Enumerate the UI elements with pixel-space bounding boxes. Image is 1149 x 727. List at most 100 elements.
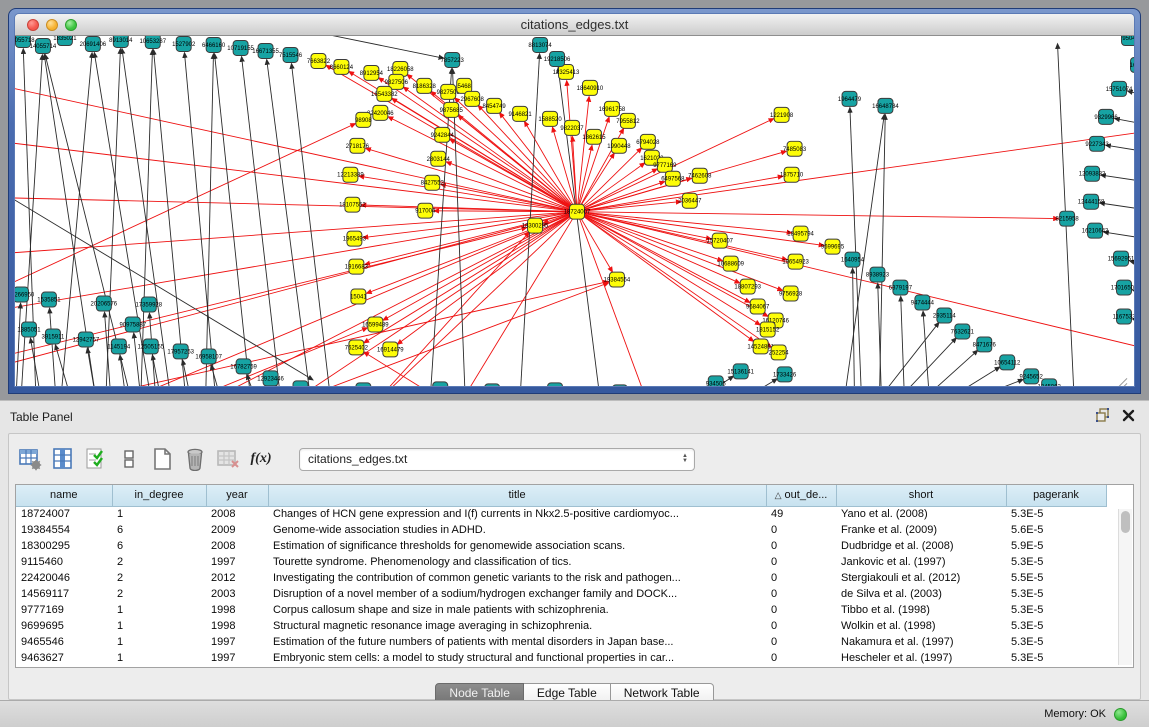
table-cell[interactable]: 2003 — [206, 586, 268, 602]
table-cell[interactable]: 14569117 — [16, 586, 112, 602]
table-combobox[interactable]: citations_edges.txt▲▼ — [299, 448, 695, 471]
network-node[interactable]: 6466160 — [202, 37, 226, 52]
delete-table-icon[interactable] — [215, 446, 241, 472]
table-cell[interactable]: 0 — [766, 586, 836, 602]
network-node[interactable]: 10653287 — [139, 36, 166, 48]
table-scrollbar-thumb[interactable] — [1121, 511, 1130, 533]
table-cell[interactable]: 0 — [766, 650, 836, 666]
network-node[interactable]: 2718176 — [346, 138, 370, 153]
table-cell[interactable]: Stergiakouli et al. (2012) — [836, 570, 1006, 586]
network-node[interactable]: 2036447 — [678, 193, 702, 208]
table-row[interactable]: 1830029562008Estimation of significance … — [16, 538, 1106, 554]
table-settings-icon[interactable] — [17, 446, 43, 472]
new-table-icon[interactable] — [149, 446, 175, 472]
table-row[interactable]: 1456911722003Disruption of a novel membe… — [16, 586, 1106, 602]
table-cell[interactable]: 19384554 — [16, 522, 112, 538]
table-cell[interactable]: 2009 — [206, 522, 268, 538]
network-node[interactable]: 8454749 — [483, 98, 507, 113]
network-node[interactable]: 12923446 — [257, 371, 284, 386]
network-node[interactable]: 18107552 — [339, 197, 366, 212]
network-node[interactable]: 8913014 — [109, 36, 133, 47]
network-node[interactable]: 18640910 — [577, 80, 604, 95]
select-columns-icon[interactable] — [83, 446, 109, 472]
combobox-stepper-icon[interactable]: ▲▼ — [676, 449, 694, 470]
network-node[interactable]: 16914479 — [377, 342, 404, 357]
function-builder-icon[interactable]: f(x) — [248, 446, 274, 472]
table-cell[interactable]: 6 — [112, 522, 206, 538]
network-node[interactable]: 2803144 — [427, 151, 451, 166]
table-cell[interactable]: 0 — [766, 554, 836, 570]
delete-rows-icon[interactable] — [182, 446, 208, 472]
table-cell[interactable]: 2008 — [206, 506, 268, 522]
network-node[interactable]: 15692951 — [1108, 251, 1134, 266]
column-header-out-de-[interactable]: △out_de... — [766, 485, 836, 506]
table-cell[interactable]: 2 — [112, 586, 206, 602]
table-cell[interactable]: 2008 — [206, 538, 268, 554]
network-node[interactable]: 9822037 — [560, 120, 584, 135]
table-cell[interactable]: Yano et al. (2008) — [836, 506, 1006, 522]
network-node[interactable]: 12942757 — [73, 332, 100, 347]
network-node[interactable]: 12093832 — [1079, 166, 1106, 181]
table-cell[interactable]: 1997 — [206, 634, 268, 650]
column-header-year[interactable]: year — [206, 485, 268, 506]
network-node[interactable]: 7462608 — [688, 168, 712, 183]
column-header-title[interactable]: title — [268, 485, 766, 506]
network-node[interactable]: 12213389 — [337, 167, 364, 182]
network-node[interactable]: 1294382 — [289, 381, 313, 387]
network-node[interactable]: 8186328 — [413, 78, 437, 93]
network-node[interactable]: 7857223 — [441, 52, 465, 67]
network-canvas[interactable]: 1872400718300295766382286601248912954182… — [15, 36, 1134, 387]
network-node[interactable]: 1965493 — [343, 231, 367, 246]
table-cell[interactable]: Wolkin et al. (1998) — [836, 618, 1006, 634]
network-node[interactable]: 20206576 — [91, 296, 118, 311]
table-cell[interactable]: 1 — [112, 506, 206, 522]
table-cell[interactable]: Nakamura et al. (1997) — [836, 634, 1006, 650]
table-row[interactable]: 2242004622012Investigating the contribut… — [16, 570, 1106, 586]
table-cell[interactable]: 9465546 — [16, 634, 112, 650]
table-row[interactable]: 1872400712008Changes of HCN gene express… — [16, 506, 1106, 522]
zoom-window-button[interactable] — [65, 19, 77, 31]
table-cell[interactable]: 2 — [112, 554, 206, 570]
network-node[interactable]: 16210643 — [1082, 223, 1109, 238]
network-node[interactable]: 9227343 — [1085, 136, 1109, 151]
network-node[interactable]: 1504112 — [429, 382, 452, 387]
network-node[interactable]: 917004 — [415, 203, 436, 218]
table-cell[interactable]: Embryonic stem cells: a model to study s… — [268, 650, 766, 666]
table-row[interactable]: 977716911998Corpus callosum shape and si… — [16, 602, 1106, 618]
network-node[interactable]: 8813074 — [528, 37, 552, 52]
network-node[interactable]: 6497568 — [661, 171, 685, 186]
network-node[interactable]: 8471676 — [973, 337, 997, 352]
network-node[interactable]: 1167533 — [1113, 309, 1134, 324]
table-cell[interactable]: 5.3E-5 — [1006, 506, 1106, 522]
column-header-in-degree[interactable]: in_degree — [112, 485, 206, 506]
table-cell[interactable]: 22420046 — [16, 570, 112, 586]
network-node[interactable]: 1964479 — [838, 91, 862, 106]
network-node[interactable]: 1588520 — [538, 111, 562, 126]
table-cell[interactable]: Investigating the contribution of common… — [268, 570, 766, 586]
network-node[interactable]: 12444158 — [1078, 194, 1105, 209]
table-cell[interactable]: Jankovic et al. (1997) — [836, 554, 1006, 570]
table-cell[interactable]: Tibbo et al. (1998) — [836, 602, 1006, 618]
table-cell[interactable]: 0 — [766, 570, 836, 586]
show-column-icon[interactable] — [50, 446, 76, 472]
network-node[interactable]: 1640954 — [841, 252, 865, 267]
network-node[interactable]: 9684067 — [746, 299, 770, 314]
network-node[interactable]: 1535851 — [37, 292, 61, 307]
network-node[interactable]: 9699695 — [821, 239, 845, 254]
network-node[interactable]: 16846 — [1130, 57, 1134, 72]
table-cell[interactable]: 5.5E-5 — [1006, 570, 1106, 586]
network-node[interactable]: 98908 — [355, 112, 372, 127]
network-node[interactable]: 1213505 — [543, 383, 567, 387]
table-row[interactable]: 946554611997Estimation of the future num… — [16, 634, 1106, 650]
network-node[interactable]: 10719155 — [227, 40, 254, 55]
table-cell[interactable]: 6 — [112, 538, 206, 554]
network-node[interactable]: 19384554 — [604, 272, 631, 287]
table-cell[interactable]: Disruption of a novel member of a sodium… — [268, 586, 766, 602]
table-cell[interactable]: 1 — [112, 650, 206, 666]
network-window-titlebar[interactable]: citations_edges.txt — [15, 14, 1134, 36]
network-node[interactable]: 1527902 — [172, 36, 196, 51]
table-cell[interactable]: 9115460 — [16, 554, 112, 570]
network-node[interactable]: 9329966 — [1094, 109, 1118, 124]
table-cell[interactable]: Tourette syndrome. Phenomenology and cla… — [268, 554, 766, 570]
table-cell[interactable]: Corpus callosum shape and size in male p… — [268, 602, 766, 618]
